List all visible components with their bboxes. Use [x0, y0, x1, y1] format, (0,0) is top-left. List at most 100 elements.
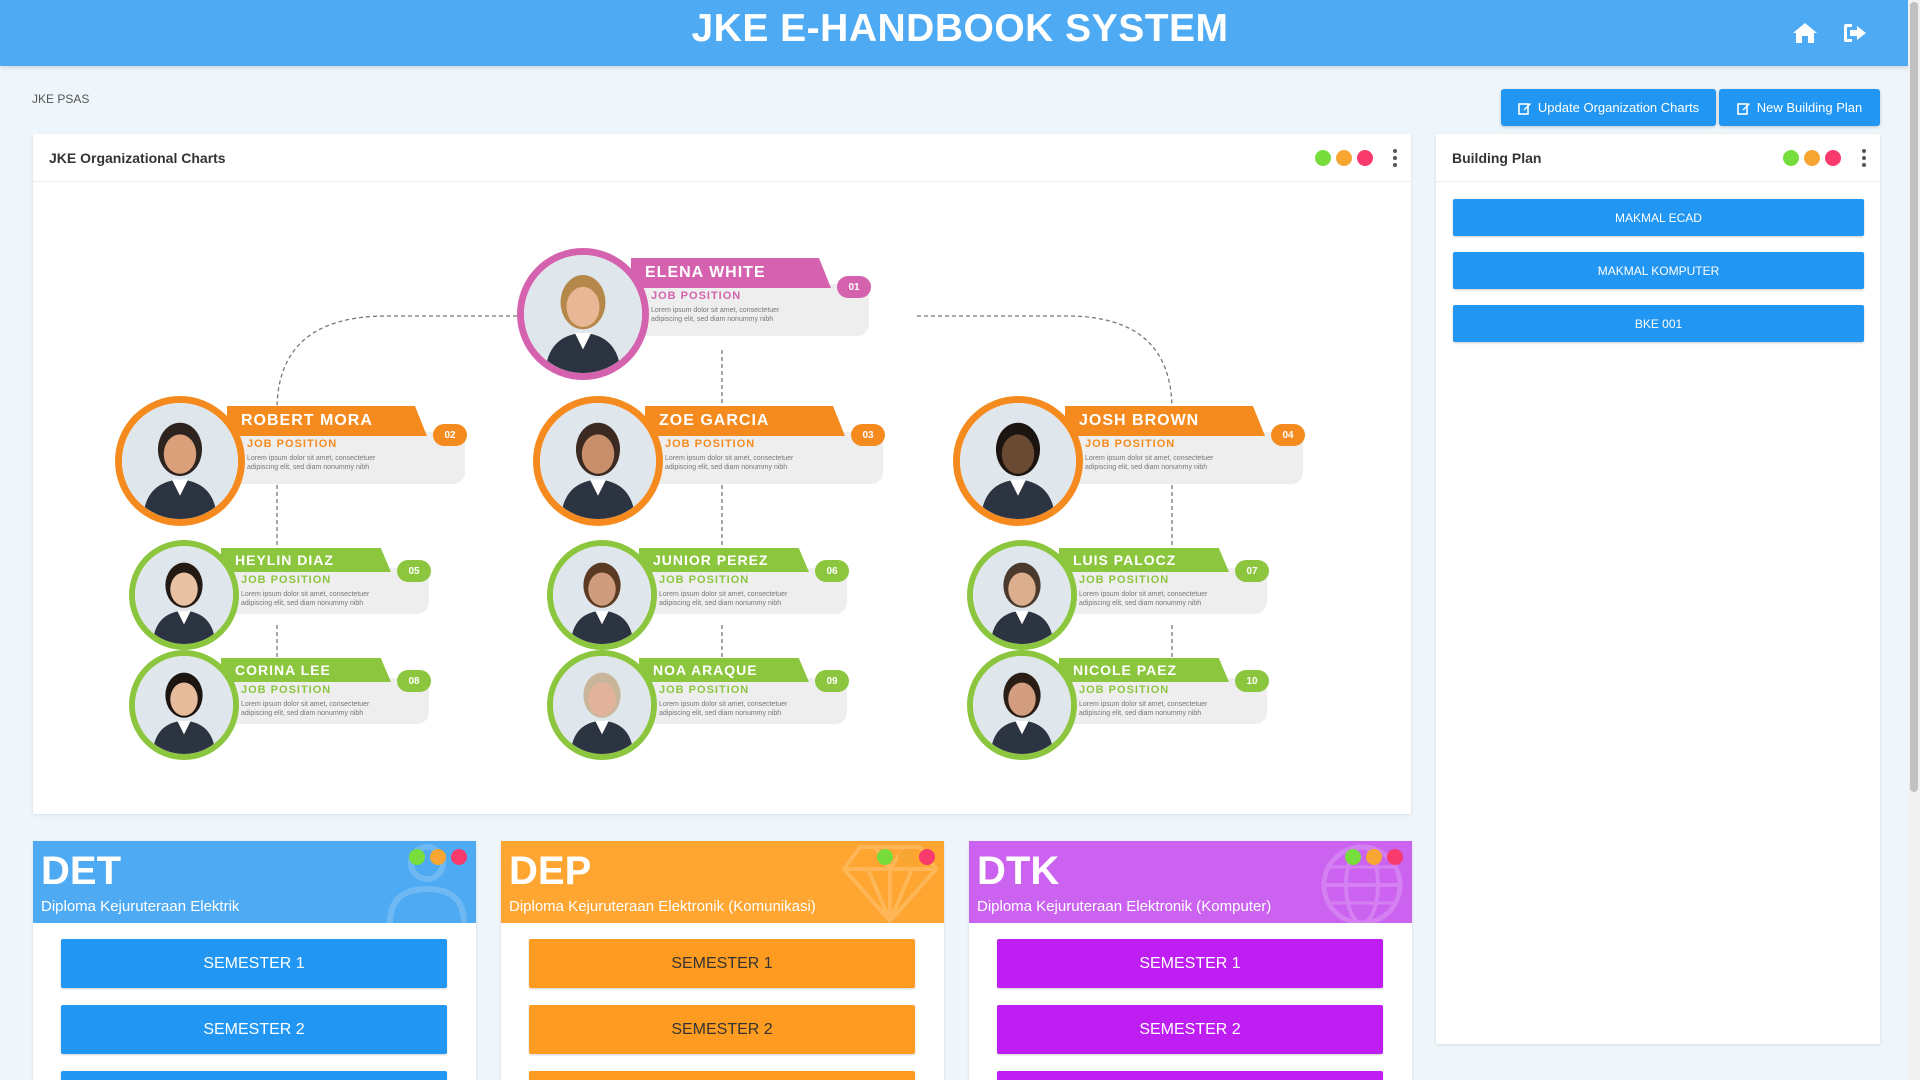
job-position-label: JOB POSITION	[241, 574, 332, 586]
status-dot-red[interactable]	[1387, 849, 1403, 865]
status-dot-green[interactable]	[1345, 849, 1361, 865]
building-plan-item[interactable]: BKE 001	[1453, 305, 1864, 342]
update-organization-charts-button[interactable]: Update Organization Charts	[1501, 89, 1716, 126]
status-dot-red[interactable]	[919, 849, 935, 865]
semester-2-button[interactable]: SEMESTER 2	[61, 1005, 447, 1054]
org-node-name: NOA ARAQUE	[639, 658, 809, 682]
org-node-number: 04	[1271, 424, 1305, 446]
org-node-number: 09	[815, 670, 849, 692]
window-controls	[1315, 150, 1373, 166]
job-description: Lorem ipsum dolor sit amet, consectetuer…	[1079, 701, 1208, 717]
semester-1-button[interactable]: SEMESTER 1	[61, 939, 447, 988]
org-node-name: JOSH BROWN	[1065, 406, 1265, 436]
org-node-7: JOB POSITION Lorem ipsum dolor sit amet, …	[967, 540, 1287, 656]
avatar	[953, 396, 1083, 526]
status-dot-orange[interactable]	[898, 849, 914, 865]
semester-1-button[interactable]: SEMESTER 1	[997, 939, 1383, 988]
more-options-icon[interactable]	[1389, 147, 1401, 169]
avatar	[533, 396, 663, 526]
status-dot-red[interactable]	[1825, 150, 1841, 166]
job-description: Lorem ipsum dolor sit amet, consectetuer…	[659, 591, 788, 607]
status-dot-orange[interactable]	[1336, 150, 1352, 166]
org-node-3: JOB POSITION Lorem ipsum dolor sit amet, …	[533, 396, 885, 532]
org-node-4: JOB POSITION Lorem ipsum dolor sit amet, …	[953, 396, 1305, 532]
window-controls	[1345, 849, 1403, 865]
avatar	[547, 650, 657, 760]
org-chart-title: JKE Organizational Charts	[49, 150, 226, 166]
job-position-label: JOB POSITION	[241, 684, 332, 696]
status-dot-orange[interactable]	[1804, 150, 1820, 166]
status-dot-red[interactable]	[451, 849, 467, 865]
job-position-label: JOB POSITION	[665, 438, 756, 450]
job-description: Lorem ipsum dolor sit amet, consectetuer…	[241, 701, 370, 717]
department-code: DEP	[509, 849, 592, 893]
avatar	[129, 650, 239, 760]
home-icon[interactable]	[1790, 19, 1820, 47]
more-options-icon[interactable]	[1858, 147, 1870, 169]
edit-icon	[1518, 102, 1531, 115]
org-node-1: JOB POSITION Lorem ipsum dolor sit amet, …	[517, 248, 871, 386]
status-dot-orange[interactable]	[1366, 849, 1382, 865]
department-code: DTK	[977, 849, 1060, 893]
semester-3-button-partial[interactable]	[529, 1071, 915, 1080]
org-node-9: JOB POSITION Lorem ipsum dolor sit amet, …	[547, 650, 867, 766]
org-node-info: JOB POSITION Lorem ipsum dolor sit amet, …	[629, 284, 869, 336]
org-node-number: 08	[397, 670, 431, 692]
job-position-label: JOB POSITION	[1079, 684, 1170, 696]
semester-1-button[interactable]: SEMESTER 1	[529, 939, 915, 988]
department-header: DTK Diploma Kejuruteraan Elektronik (Kom…	[969, 841, 1412, 923]
job-position-label: JOB POSITION	[659, 574, 750, 586]
org-node-number: 10	[1235, 670, 1269, 692]
org-node-name: ZOE GARCIA	[645, 406, 845, 436]
org-node-name: CORINA LEE	[221, 658, 391, 682]
scrollbar-thumb[interactable]	[1910, 2, 1918, 792]
department-header: DET Diploma Kejuruteraan Elektrik	[33, 841, 476, 923]
new-building-plan-label: New Building Plan	[1756, 100, 1863, 115]
semester-2-button[interactable]: SEMESTER 2	[997, 1005, 1383, 1054]
avatar	[129, 540, 239, 650]
window-controls	[409, 849, 467, 865]
avatar	[115, 396, 245, 526]
job-position-label: JOB POSITION	[1085, 438, 1176, 450]
semester-3-button-partial[interactable]	[997, 1071, 1383, 1080]
org-node-name: ELENA WHITE	[631, 258, 831, 288]
building-plan-card: Building Plan MAKMAL ECAD MAKMAL KOMPUTE…	[1436, 134, 1880, 1044]
top-navbar: JKE E-HANDBOOK SYSTEM	[0, 0, 1920, 66]
update-organization-charts-label: Update Organization Charts	[1537, 100, 1700, 115]
new-building-plan-button[interactable]: New Building Plan	[1719, 89, 1880, 126]
avatar	[517, 248, 649, 380]
status-dot-red[interactable]	[1357, 150, 1373, 166]
building-plan-item[interactable]: MAKMAL KOMPUTER	[1453, 252, 1864, 289]
semester-3-button-partial[interactable]	[61, 1071, 447, 1080]
job-position-label: JOB POSITION	[651, 290, 742, 302]
org-node-number: 03	[851, 424, 885, 446]
org-node-5: JOB POSITION Lorem ipsum dolor sit amet, …	[129, 540, 449, 656]
org-chart-header: JKE Organizational Charts	[33, 134, 1411, 182]
status-dot-green[interactable]	[1783, 150, 1799, 166]
status-dot-green[interactable]	[877, 849, 893, 865]
page-scrollbar[interactable]	[1908, 0, 1920, 1080]
org-node-6: JOB POSITION Lorem ipsum dolor sit amet, …	[547, 540, 867, 656]
org-chart-image: JOB POSITION Lorem ipsum dolor sit amet, …	[47, 200, 1397, 800]
department-name: Diploma Kejuruteraan Elektronik (Komunik…	[509, 898, 816, 915]
job-description: Lorem ipsum dolor sit amet, consectetuer…	[247, 455, 376, 471]
semester-2-button[interactable]: SEMESTER 2	[529, 1005, 915, 1054]
job-description: Lorem ipsum dolor sit amet, consectetuer…	[1079, 591, 1208, 607]
avatar	[967, 650, 1077, 760]
org-node-info: JOB POSITION Lorem ipsum dolor sit amet, …	[225, 432, 465, 484]
org-node-name: JUNIOR PEREZ	[639, 548, 809, 572]
department-header: DEP Diploma Kejuruteraan Elektronik (Kom…	[501, 841, 944, 923]
job-description: Lorem ipsum dolor sit amet, consectetuer…	[651, 307, 780, 323]
sign-out-icon[interactable]	[1840, 19, 1870, 47]
job-position-label: JOB POSITION	[247, 438, 338, 450]
building-plan-item[interactable]: MAKMAL ECAD	[1453, 199, 1864, 236]
status-dot-green[interactable]	[409, 849, 425, 865]
avatar	[547, 540, 657, 650]
job-description: Lorem ipsum dolor sit amet, consectetuer…	[659, 701, 788, 717]
status-dot-orange[interactable]	[430, 849, 446, 865]
org-node-name: ROBERT MORA	[227, 406, 427, 436]
breadcrumb: JKE PSAS	[32, 92, 90, 106]
department-card-det: DET Diploma Kejuruteraan Elektrik SEMEST…	[33, 841, 476, 1080]
status-dot-green[interactable]	[1315, 150, 1331, 166]
org-node-info: JOB POSITION Lorem ipsum dolor sit amet, …	[643, 432, 883, 484]
